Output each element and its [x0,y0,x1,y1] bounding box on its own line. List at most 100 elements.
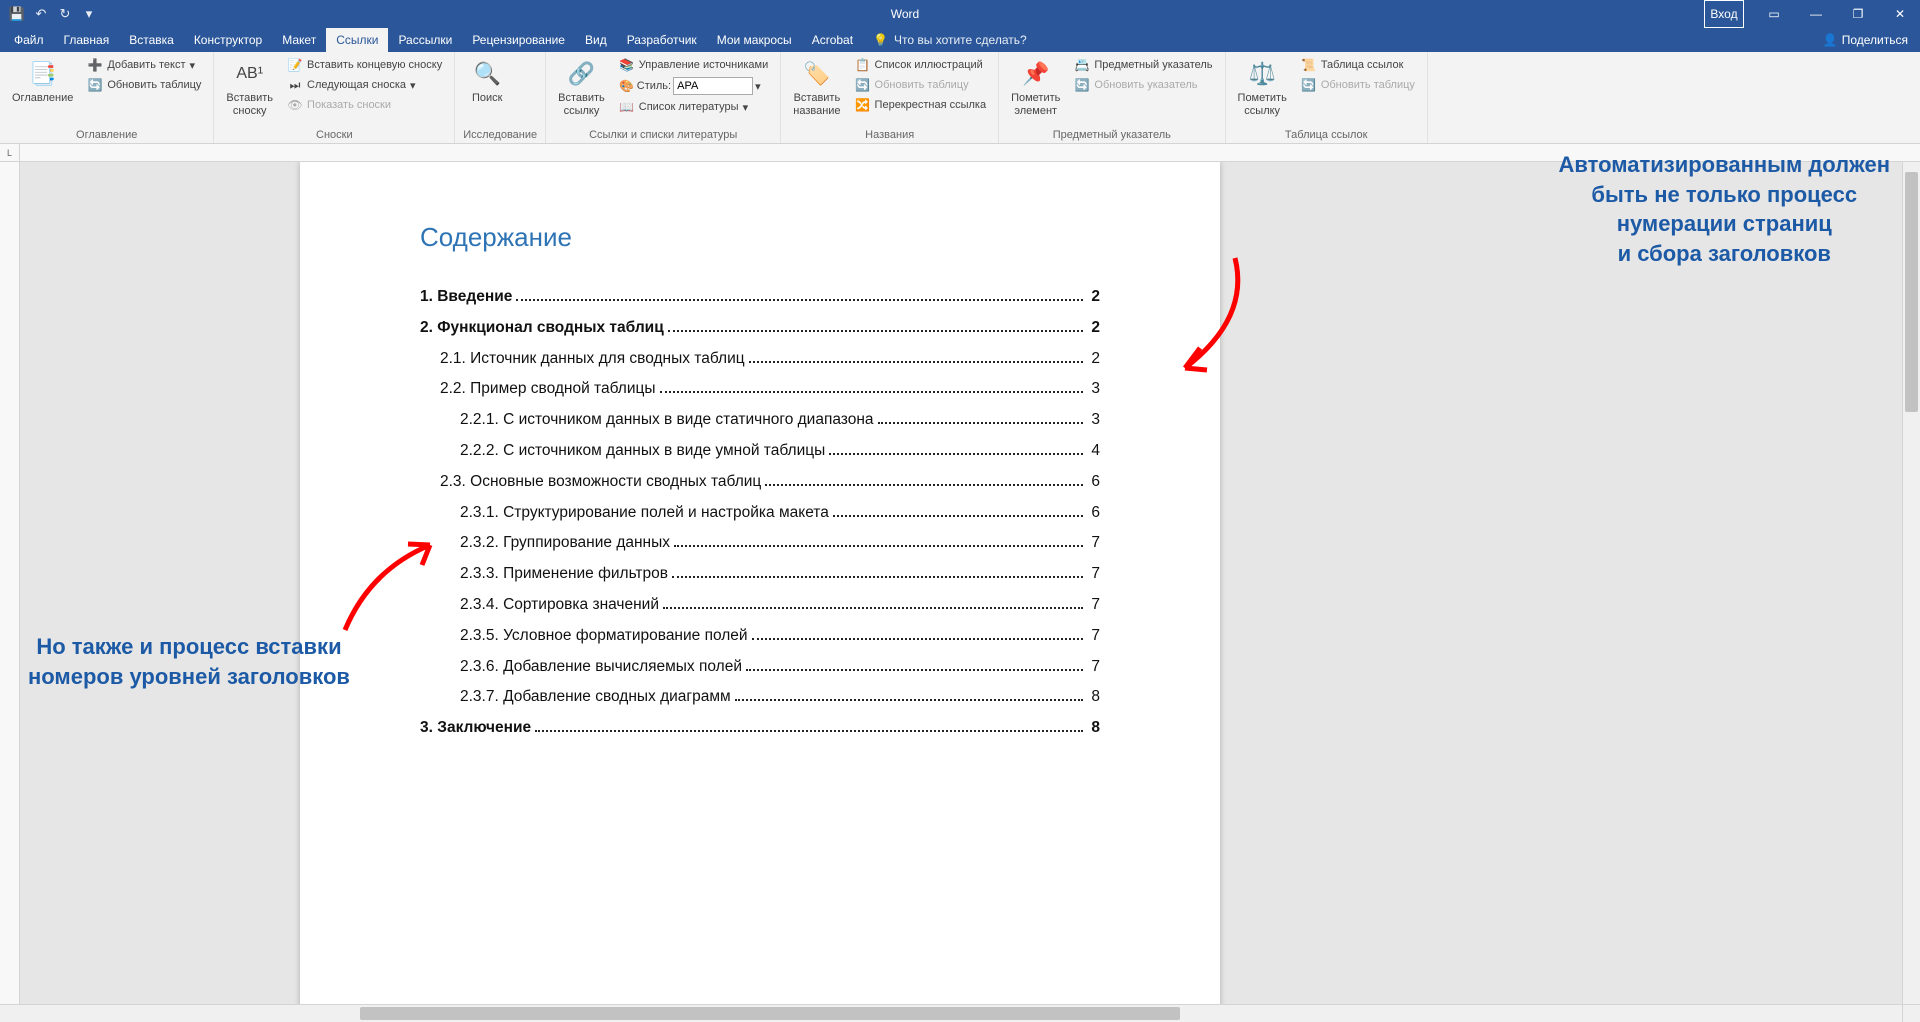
toc-entry[interactable]: 2.3.7. Добавление сводных диаграмм 8 [420,685,1100,710]
add-text-button[interactable]: ➕Добавить текст ▾ [83,56,205,74]
tab-acrobat[interactable]: Acrobat [802,28,863,52]
tell-me[interactable]: 💡 Что вы хотите сделать? [863,28,1037,52]
smart-lookup-button[interactable]: 🔍 Поиск [463,56,511,107]
insert-citation-label: Вставить ссылку [558,92,605,117]
undo-icon[interactable]: ↶ [32,5,50,23]
toc-entry[interactable]: 2.3. Основные возможности сводных таблиц… [420,470,1100,495]
manage-sources-icon: 📚 [619,57,635,73]
tell-me-label: Что вы хотите сделать? [894,33,1027,47]
update-toc-button[interactable]: 🔄Обновить таблицу [83,76,205,94]
toc-entry-page: 6 [1087,501,1100,526]
tab-references[interactable]: Ссылки [326,28,388,52]
toc-entry[interactable]: 3. Заключение 8 [420,716,1100,741]
toc-entry[interactable]: 2.2.1. С источником данных в виде статич… [420,408,1100,433]
toc-entry[interactable]: 2.1. Источник данных для сводных таблиц … [420,347,1100,372]
close-icon[interactable]: ✕ [1880,0,1920,28]
horizontal-scrollbar[interactable] [0,1004,1902,1022]
toc-entry[interactable]: 2.3.5. Условное форматирование полей 7 [420,624,1100,649]
toc-entry[interactable]: 2. Функционал сводных таблиц 2 [420,316,1100,341]
maximize-icon[interactable]: ❐ [1838,0,1878,28]
toc-entry[interactable]: 2.3.1. Структурирование полей и настройк… [420,501,1100,526]
tab-developer[interactable]: Разработчик [617,28,707,52]
insert-footnote-button[interactable]: AB¹ Вставить сноску [222,56,277,119]
share-button[interactable]: 👤 Поделиться [1811,28,1920,52]
tab-mailings[interactable]: Рассылки [388,28,462,52]
ribbon-display-options-icon[interactable]: ▭ [1754,0,1794,28]
tab-macros[interactable]: Мои макросы [707,28,802,52]
tab-review[interactable]: Рецензирование [462,28,575,52]
toc-entry-title: 2.2. Пример сводной таблицы [440,377,656,402]
toc-entry-title: 2.1. Источник данных для сводных таблиц [440,347,745,372]
toc-heading: Содержание [420,222,1100,253]
cross-reference-button[interactable]: 🔀Перекрестная ссылка [851,96,991,114]
tab-file[interactable]: Файл [4,28,54,52]
document-page[interactable]: Содержание 1. Введение 22. Функционал св… [300,162,1220,1004]
insert-citation-button[interactable]: 🔗 Вставить ссылку [554,56,609,119]
toc-entry[interactable]: 2.3.3. Применение фильтров 7 [420,562,1100,587]
signin-button[interactable]: Вход [1704,0,1744,28]
scrollbar-thumb[interactable] [1905,172,1918,412]
insert-authorities-button[interactable]: 📜Таблица ссылок [1297,56,1419,74]
toc-entry-title: 2.3.7. Добавление сводных диаграмм [460,685,731,710]
toc-entry[interactable]: 2.2. Пример сводной таблицы 3 [420,377,1100,402]
tab-home[interactable]: Главная [54,28,120,52]
refresh-icon: 🔄 [855,77,871,93]
insert-table-of-figures-button[interactable]: 📋Список иллюстраций [851,56,991,74]
toc-entry-title: 2.3.3. Применение фильтров [460,562,668,587]
insert-endnote-button[interactable]: 📝Вставить концевую сноску [283,56,446,74]
tab-layout[interactable]: Макет [272,28,326,52]
group-footnotes-label: Сноски [222,127,446,141]
next-footnote-button[interactable]: ⏭Следующая сноска ▾ [283,76,446,94]
manage-sources-button[interactable]: 📚Управление источниками [615,56,772,74]
chevron-down-icon: ▾ [410,79,416,92]
chevron-down-icon[interactable]: ▾ [755,80,761,93]
refresh-icon: 🔄 [1301,77,1317,93]
toc-entry-title: 2.2.2. С источником данных в виде умной … [460,439,825,464]
mark-citation-button[interactable]: ⚖️ Пометить ссылку [1234,56,1291,119]
scrollbar-thumb[interactable] [360,1007,1180,1020]
toc-entry[interactable]: 2.3.6. Добавление вычисляемых полей 7 [420,655,1100,680]
group-footnotes: AB¹ Вставить сноску 📝Вставить концевую с… [214,52,455,143]
ribbon-tabs: Файл Главная Вставка Конструктор Макет С… [0,28,1920,52]
toc-entry-title: 1. Введение [420,285,512,310]
toc-entry[interactable]: 2.3.2. Группирование данных 7 [420,531,1100,556]
group-authorities: ⚖️ Пометить ссылку 📜Таблица ссылок 🔄Обно… [1226,52,1428,143]
toc-entry[interactable]: 2.3.4. Сортировка значений 7 [420,593,1100,618]
toc-leader-dots [752,630,1084,639]
toc-entry-page: 2 [1087,285,1100,310]
refresh-icon: 🔄 [87,77,103,93]
vertical-scrollbar[interactable] [1902,162,1920,1004]
toc-entry-title: 2.3.2. Группирование данных [460,531,670,556]
toc-entry-page: 2 [1087,316,1100,341]
tab-insert[interactable]: Вставка [119,28,184,52]
ruler-corner[interactable]: L [0,144,20,162]
redo-icon[interactable]: ↻ [56,5,74,23]
insert-index-button[interactable]: 📇Предметный указатель [1070,56,1216,74]
chevron-down-icon: ▾ [190,59,196,72]
toc-entry[interactable]: 1. Введение 2 [420,285,1100,310]
vertical-ruler[interactable] [0,162,20,1004]
toc-entry-page: 7 [1087,624,1100,649]
citation-style-input[interactable] [673,77,753,95]
mark-entry-button[interactable]: 📌 Пометить элемент [1007,56,1064,119]
toc-entry-page: 2 [1087,347,1100,372]
toc-entry-page: 7 [1087,531,1100,556]
qat-customize-icon[interactable]: ▾ [80,5,98,23]
bibliography-button[interactable]: 📖Список литературы ▾ [615,98,772,116]
group-research-label: Исследование [463,127,537,141]
tab-design[interactable]: Конструктор [184,28,272,52]
toc-entry-page: 8 [1087,716,1100,741]
show-notes-icon: 👁 [287,97,303,113]
toc-entry[interactable]: 2.2.2. С источником данных в виде умной … [420,439,1100,464]
group-citations-label: Ссылки и списки литературы [554,127,772,141]
citation-style-combo[interactable]: 🎨 Стиль: ▾ [615,76,772,96]
next-icon: ⏭ [287,77,303,93]
tab-view[interactable]: Вид [575,28,617,52]
minimize-icon[interactable]: — [1796,0,1836,28]
group-authorities-label: Таблица ссылок [1234,127,1419,141]
toc-container: 1. Введение 22. Функционал сводных табли… [420,285,1100,741]
bibliography-icon: 📖 [619,99,635,115]
save-icon[interactable]: 💾 [8,5,26,23]
toc-button[interactable]: 📑 Оглавление [8,56,77,107]
insert-caption-button[interactable]: 🏷️ Вставить название [789,56,844,119]
